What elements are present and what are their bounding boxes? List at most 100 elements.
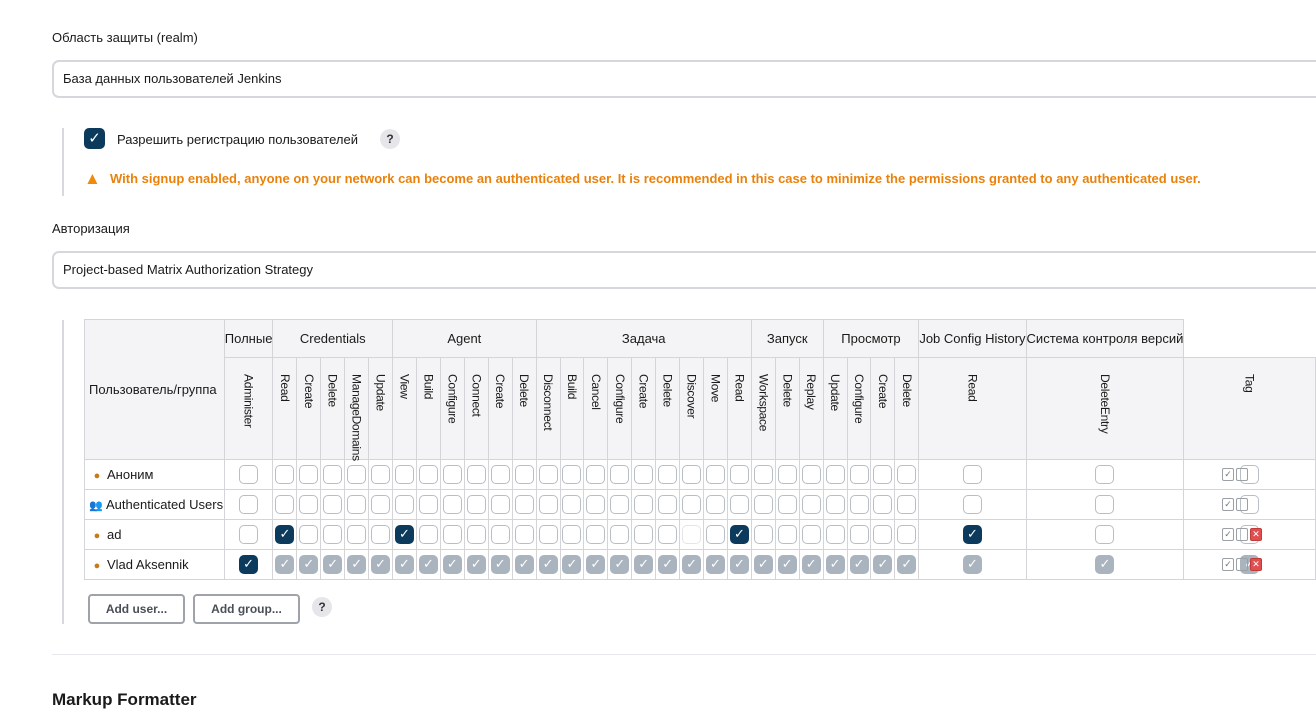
permission-checkbox[interactable] xyxy=(275,495,295,514)
permission-checkbox[interactable] xyxy=(777,495,797,514)
permission-checkbox[interactable] xyxy=(729,495,749,514)
permission-checkbox[interactable]: ✓ xyxy=(299,555,319,574)
unselect-all-icon[interactable] xyxy=(1236,498,1248,512)
permission-checkbox[interactable] xyxy=(897,465,917,484)
permission-checkbox[interactable]: ✓ xyxy=(873,555,893,574)
permission-checkbox[interactable] xyxy=(658,495,678,514)
permission-checkbox[interactable] xyxy=(299,525,319,544)
permission-checkbox[interactable]: ✓ xyxy=(753,555,773,574)
permission-checkbox[interactable]: ✓ xyxy=(395,525,414,544)
permission-checkbox[interactable]: ✓ xyxy=(777,555,797,574)
permission-checkbox[interactable]: ✓ xyxy=(586,555,606,574)
permission-checkbox[interactable] xyxy=(825,465,845,484)
permission-checkbox[interactable] xyxy=(873,525,893,544)
permission-checkbox[interactable] xyxy=(562,465,582,484)
permission-checkbox[interactable]: ✓ xyxy=(347,555,367,574)
unselect-all-icon[interactable] xyxy=(1236,468,1248,482)
permission-checkbox[interactable] xyxy=(658,465,678,484)
permission-checkbox[interactable] xyxy=(777,525,797,544)
permission-checkbox[interactable] xyxy=(239,465,259,484)
permission-checkbox[interactable] xyxy=(825,525,845,544)
permission-checkbox[interactable] xyxy=(801,525,821,544)
permission-checkbox[interactable] xyxy=(347,495,367,514)
permission-checkbox[interactable]: ✓ xyxy=(1095,555,1115,574)
permission-checkbox[interactable] xyxy=(962,465,982,484)
permission-checkbox[interactable]: ✓ xyxy=(801,555,821,574)
permission-checkbox[interactable] xyxy=(299,495,319,514)
permission-checkbox[interactable] xyxy=(347,525,367,544)
permission-checkbox[interactable] xyxy=(1095,495,1115,514)
permission-checkbox[interactable] xyxy=(897,525,917,544)
permission-checkbox[interactable] xyxy=(239,525,259,544)
permission-checkbox[interactable]: ✓ xyxy=(466,555,486,574)
permission-checkbox[interactable] xyxy=(418,465,438,484)
permission-checkbox[interactable] xyxy=(442,525,462,544)
permission-checkbox[interactable] xyxy=(466,525,486,544)
permission-checkbox[interactable]: ✓ xyxy=(538,555,558,574)
permission-checkbox[interactable] xyxy=(801,495,821,514)
permission-checkbox[interactable] xyxy=(634,465,654,484)
permission-checkbox[interactable]: ✓ xyxy=(371,555,391,574)
permission-checkbox[interactable] xyxy=(562,495,582,514)
permission-checkbox[interactable] xyxy=(514,525,534,544)
permission-checkbox[interactable] xyxy=(538,465,558,484)
permission-checkbox[interactable]: ✓ xyxy=(275,525,295,544)
add-user-button[interactable]: Add user... xyxy=(88,594,185,624)
permission-checkbox[interactable] xyxy=(729,465,749,484)
permission-checkbox[interactable] xyxy=(442,465,462,484)
permission-checkbox[interactable] xyxy=(610,465,630,484)
permission-checkbox[interactable] xyxy=(897,495,917,514)
permission-checkbox[interactable]: ✓ xyxy=(562,555,582,574)
permission-checkbox[interactable] xyxy=(849,525,869,544)
remove-row-icon[interactable]: ✕ xyxy=(1250,558,1262,572)
permission-checkbox[interactable] xyxy=(849,465,869,484)
permission-checkbox[interactable]: ✓ xyxy=(658,555,678,574)
permission-checkbox[interactable] xyxy=(299,465,319,484)
permission-checkbox[interactable] xyxy=(586,465,606,484)
permission-checkbox[interactable] xyxy=(873,495,893,514)
permission-checkbox[interactable] xyxy=(239,495,259,514)
permission-checkbox[interactable] xyxy=(395,495,414,514)
permission-checkbox[interactable] xyxy=(323,465,343,484)
unselect-all-icon[interactable] xyxy=(1236,528,1248,542)
permission-checkbox[interactable]: ✓ xyxy=(729,525,749,544)
select-all-icon[interactable]: ✓ xyxy=(1222,528,1234,542)
permission-checkbox[interactable] xyxy=(466,465,486,484)
permission-checkbox[interactable]: ✓ xyxy=(239,555,259,574)
permission-checkbox[interactable] xyxy=(962,495,982,514)
permission-checkbox[interactable] xyxy=(610,525,630,544)
permission-checkbox[interactable] xyxy=(323,525,343,544)
authorization-select[interactable]: Project-based Matrix Authorization Strat… xyxy=(52,251,1316,289)
permission-checkbox[interactable] xyxy=(753,525,773,544)
permission-checkbox[interactable] xyxy=(371,465,391,484)
permission-checkbox[interactable]: ✓ xyxy=(323,555,343,574)
permission-checkbox[interactable] xyxy=(586,525,606,544)
permission-checkbox[interactable] xyxy=(705,465,725,484)
permission-checkbox[interactable] xyxy=(371,495,391,514)
permission-checkbox[interactable] xyxy=(514,465,534,484)
permission-checkbox[interactable] xyxy=(705,495,725,514)
permission-checkbox[interactable] xyxy=(682,465,702,484)
permission-checkbox[interactable] xyxy=(442,495,462,514)
permission-checkbox[interactable]: ✓ xyxy=(729,555,749,574)
permission-checkbox[interactable] xyxy=(538,525,558,544)
permission-checkbox[interactable] xyxy=(682,525,702,544)
permission-checkbox[interactable] xyxy=(466,495,486,514)
signup-checkbox[interactable]: ✓ xyxy=(84,128,105,149)
permission-checkbox[interactable] xyxy=(418,495,438,514)
permission-checkbox[interactable] xyxy=(753,495,773,514)
permission-checkbox[interactable] xyxy=(705,525,725,544)
permission-checkbox[interactable] xyxy=(418,525,438,544)
signup-help-icon[interactable]: ? xyxy=(380,129,400,149)
permission-checkbox[interactable] xyxy=(514,495,534,514)
permission-checkbox[interactable] xyxy=(490,465,510,484)
permission-checkbox[interactable]: ✓ xyxy=(514,555,534,574)
permission-checkbox[interactable] xyxy=(347,465,367,484)
permission-checkbox[interactable]: ✓ xyxy=(849,555,869,574)
permission-checkbox[interactable] xyxy=(753,465,773,484)
select-all-icon[interactable]: ✓ xyxy=(1222,498,1234,512)
permission-checkbox[interactable] xyxy=(610,495,630,514)
remove-row-icon[interactable]: ✕ xyxy=(1250,528,1262,542)
permission-checkbox[interactable] xyxy=(825,495,845,514)
realm-select[interactable]: База данных пользователей Jenkins xyxy=(52,60,1316,98)
